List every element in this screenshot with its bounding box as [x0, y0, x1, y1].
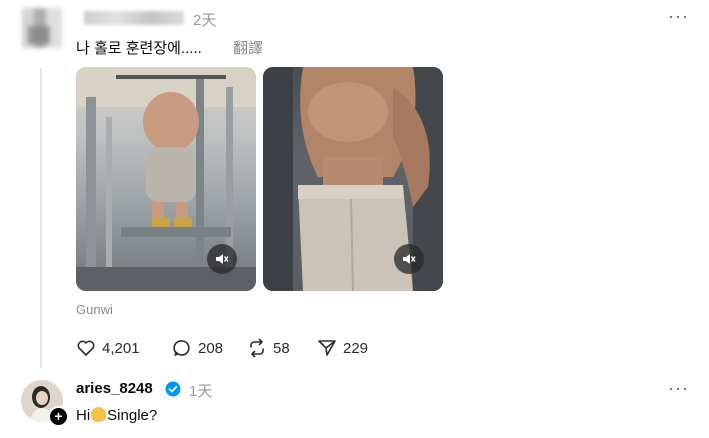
reply-text: Hi Single?: [76, 405, 158, 424]
share-button[interactable]: 229: [317, 338, 368, 358]
author-avatar-blurred-detail: [28, 26, 50, 44]
mute-button-2[interactable]: [394, 244, 424, 274]
like-button[interactable]: 4,201: [76, 338, 140, 358]
speaker-muted-icon: [403, 254, 416, 264]
post-text: 나 홀로 훈련장에.....: [76, 40, 202, 57]
media-video-1[interactable]: [76, 67, 256, 291]
reply-username[interactable]: aries_8248: [76, 380, 153, 397]
reply-time: 1天: [189, 383, 213, 400]
post-more-button[interactable]: ···: [668, 6, 689, 27]
media-video-2[interactable]: [263, 67, 443, 291]
media-source-label[interactable]: Gunwi: [76, 302, 113, 317]
follow-plus-icon[interactable]: +: [48, 406, 69, 427]
repost-button[interactable]: 58: [247, 338, 290, 358]
like-count: 4,201: [102, 339, 140, 357]
reply-more-button[interactable]: ···: [668, 378, 689, 399]
send-icon: [318, 340, 336, 356]
heart-icon: [77, 340, 95, 356]
repost-count: 58: [273, 339, 290, 357]
reply-text-single: Single?: [107, 407, 158, 424]
share-count: 229: [343, 339, 369, 357]
comment-count: 208: [198, 339, 224, 357]
author-name-blurred[interactable]: [84, 11, 184, 25]
speaker-muted-icon: [216, 254, 229, 264]
comment-icon: [173, 340, 190, 356]
waving-hand-icon: [89, 405, 108, 424]
repost-icon: [250, 338, 264, 358]
translate-link[interactable]: 翻譯: [233, 37, 263, 58]
reply-text-hi: Hi: [76, 407, 91, 424]
post-time: 2天: [193, 12, 217, 29]
mute-button-1[interactable]: [207, 244, 237, 274]
comment-button[interactable]: 208: [172, 338, 223, 358]
verified-badge-icon: [165, 381, 181, 402]
thread-line: [40, 68, 42, 368]
